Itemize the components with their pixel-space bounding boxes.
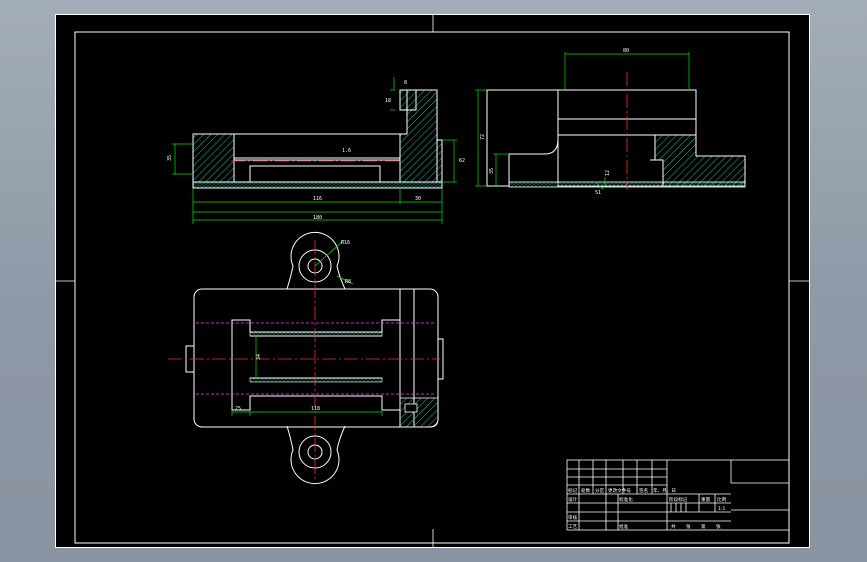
tb-number: 第 — [701, 523, 706, 530]
dim-top-width: 80 — [623, 48, 629, 54]
dim-height: 72 — [480, 134, 486, 140]
dim-boss-radius: R16 — [341, 240, 350, 246]
title-block-text: 标记 处数 分区 更改文件号 签名 年、月、日 设计 标准化 审核 工艺 批准 … — [568, 487, 727, 530]
tb-date: 年、月、日 — [653, 487, 676, 494]
dim-fillet: R8 — [345, 279, 351, 285]
tb-mark: 标记 — [568, 487, 578, 494]
tb-scale-label: 比例 — [717, 496, 727, 503]
dim-total-length: 180 — [313, 215, 322, 221]
dim-chamfer: 1.6 — [342, 148, 351, 154]
tb-sheet-1: 张 — [686, 523, 691, 530]
tb-process: 工艺 — [568, 524, 578, 530]
tb-weight-label: 重量 — [701, 496, 711, 503]
tb-total: 共 — [671, 523, 676, 530]
tb-design: 设计 — [568, 496, 578, 503]
dim-inner-length: 116 — [313, 196, 322, 202]
tb-stage-label: 阶段标记 — [669, 496, 688, 503]
dim-slot-length: 118 — [311, 406, 320, 412]
top-view[interactable]: R16 R8 25 118 34 — [168, 231, 444, 485]
dim-step: 30 — [415, 196, 421, 202]
tb-standard: 标准化 — [619, 496, 633, 503]
tb-scale-value: 1:1 — [718, 506, 725, 512]
dim-groove: 12 — [605, 170, 611, 176]
dim-base-height: 35 — [489, 168, 495, 174]
dim-base-offset: 51 — [595, 190, 601, 196]
tb-review: 审核 — [568, 514, 578, 521]
tb-zone: 分区 — [595, 487, 605, 494]
tb-sheet-2: 张 — [716, 523, 721, 530]
dim-slot-width: 34 — [256, 354, 262, 360]
side-view[interactable]: 80 72 35 51 12 — [475, 48, 746, 196]
dim-slot-left: 25 — [235, 406, 241, 412]
dim-slot: 8 — [404, 80, 407, 86]
front-view[interactable]: 35 8 18 1.6 62 116 180 30 — [167, 77, 465, 224]
tb-count: 处数 — [581, 487, 591, 494]
title-block[interactable] — [566, 459, 790, 531]
cad-drawing: 35 8 18 1.6 62 116 180 30 80 72 35 51 12… — [55, 14, 810, 548]
dim-slot-depth: 18 — [385, 98, 391, 104]
tb-sign: 签名 — [639, 487, 648, 494]
drawing-viewport[interactable]: 35 8 18 1.6 62 116 180 30 80 72 35 51 12… — [55, 14, 810, 548]
dim-right-height: 62 — [459, 158, 465, 164]
tb-approve: 批准 — [619, 523, 629, 530]
tb-change-doc: 更改文件号 — [608, 487, 631, 494]
dim-left-height: 35 — [167, 155, 173, 161]
